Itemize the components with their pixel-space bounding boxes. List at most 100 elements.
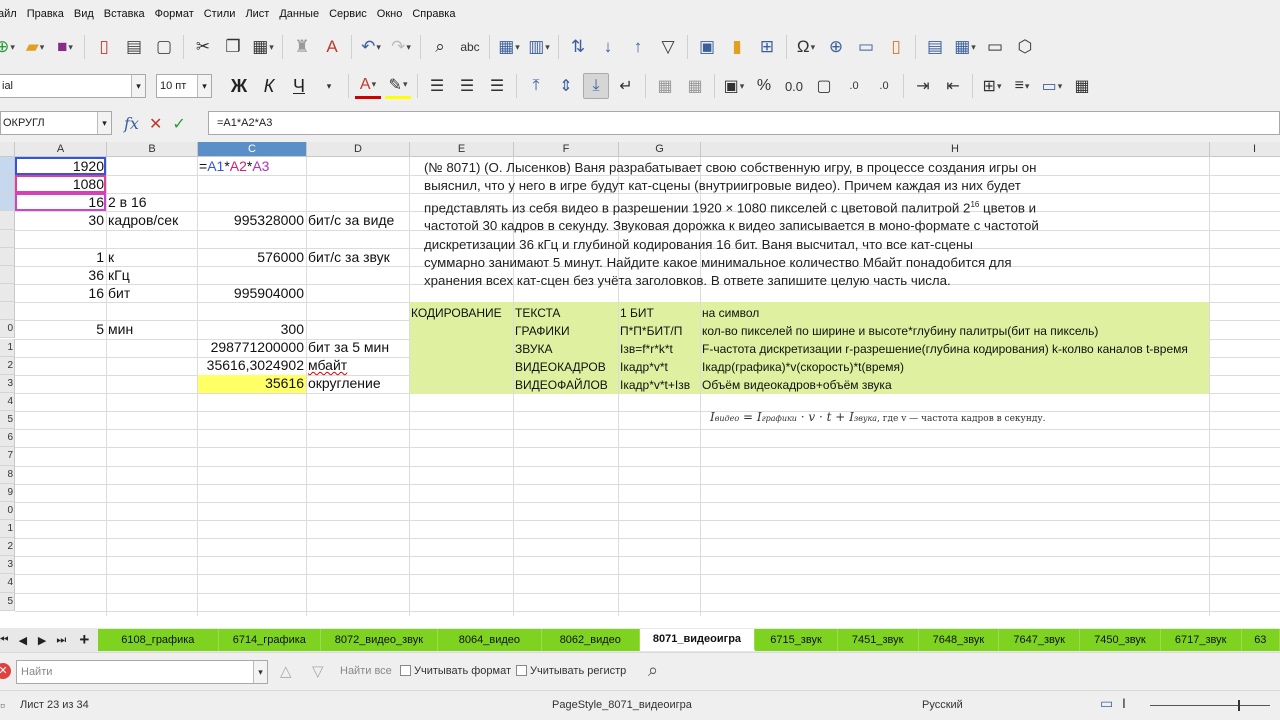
row-header[interactable]: 3 <box>0 556 15 575</box>
sheet-tab[interactable]: 8072_видео_звук <box>320 629 438 651</box>
split-window-icon[interactable]: ▭ <box>982 34 1008 60</box>
highlight-color-icon[interactable]: ✎ <box>385 73 411 99</box>
cell-c8[interactable]: 995904000 <box>199 284 304 302</box>
merge-cells-icon[interactable]: ▦ <box>682 73 708 99</box>
row-header[interactable]: 4 <box>0 574 15 593</box>
sheet-tab[interactable]: 6108_графика <box>97 629 219 651</box>
chevron-down-icon[interactable]: ▾ <box>253 661 267 683</box>
row-header[interactable]: 2 <box>0 356 15 375</box>
row-header[interactable]: 1 <box>0 338 15 357</box>
accept-icon[interactable]: ✓ <box>172 114 185 134</box>
row-header[interactable]: 7 <box>0 447 15 466</box>
comment-icon[interactable]: ▭ <box>853 34 879 60</box>
merge-center-icon[interactable]: ▦ <box>652 73 678 99</box>
clone-format-icon[interactable]: ♜ <box>289 34 315 60</box>
menu-format[interactable]: Формат <box>151 8 198 20</box>
row-header[interactable]: 5 <box>0 411 15 430</box>
cell-a7[interactable]: 36 <box>16 266 104 284</box>
menu-window[interactable]: Окно <box>373 8 407 20</box>
row-header[interactable] <box>0 211 15 230</box>
view-layout-icon[interactable]: ▭ <box>1100 695 1113 712</box>
menu-sheet[interactable]: Лист <box>241 8 273 20</box>
cell-c12[interactable]: 35616,3024902 <box>199 356 304 374</box>
sort-icon[interactable]: ⇅ <box>565 34 591 60</box>
row-header[interactable] <box>0 247 15 266</box>
cell-f12[interactable]: ВИДЕОКАДРОВ <box>515 358 606 376</box>
cell-d13[interactable]: округление <box>308 374 381 392</box>
row-header[interactable] <box>0 229 15 248</box>
cell-d6[interactable]: бит/с за звук <box>308 248 390 266</box>
sheet-tab[interactable]: 63 <box>1241 629 1280 651</box>
cell-g12[interactable]: Iкадр*v*t <box>620 358 668 376</box>
cell-b4[interactable]: кадров/сек <box>108 211 178 229</box>
new-icon[interactable]: ⊕ <box>0 34 18 60</box>
name-box[interactable]: ОКРУГЛ ▾ <box>0 111 112 135</box>
row-header[interactable]: 2 <box>0 538 15 557</box>
cell-c13[interactable]: 35616 <box>199 374 304 392</box>
row-header[interactable]: 0 <box>0 320 15 339</box>
column-header-c[interactable]: C <box>198 142 307 157</box>
column-header-e[interactable]: E <box>410 142 514 157</box>
sheet-tab[interactable]: 7648_звук <box>918 629 1000 651</box>
find-replace-icon[interactable]: ⌕ <box>427 34 453 60</box>
clear-format-icon[interactable]: A <box>319 34 345 60</box>
find-input[interactable]: Найти ▾ <box>16 660 268 684</box>
row-icon[interactable]: ▦ <box>496 34 522 60</box>
cell-b3[interactable]: 2 в 16 <box>108 193 147 211</box>
font-name-box[interactable]: ial ▾ <box>0 74 146 98</box>
row-header[interactable] <box>0 302 15 321</box>
menu-view[interactable]: Вид <box>70 8 98 20</box>
close-find-icon[interactable]: ✕ <box>0 663 11 679</box>
wrap-text-icon[interactable]: ↵ <box>613 73 639 99</box>
row-header[interactable]: 3 <box>0 374 15 393</box>
cell-f10[interactable]: ГРАФИКИ <box>515 322 570 340</box>
sort-descending-icon[interactable]: ↑ <box>625 34 651 60</box>
row-header[interactable]: 8 <box>0 465 15 484</box>
sheet-tab-active[interactable]: 8071_видеоигра <box>639 629 756 651</box>
sheet-tab[interactable]: 7451_звук <box>837 629 919 651</box>
print-icon[interactable]: ▤ <box>121 34 147 60</box>
column-header-f[interactable]: F <box>514 142 619 157</box>
spreadsheet-grid[interactable]: A B C D E F G H I 0123456789012345 1920 … <box>0 142 1280 616</box>
cell-c1-editing[interactable]: =A1*A2*A3 <box>199 157 269 175</box>
find-next-icon[interactable]: ▽ <box>312 662 324 680</box>
menu-insert[interactable]: Вставка <box>100 8 149 20</box>
cell-d11[interactable]: бит за 5 мин <box>308 338 389 356</box>
find-all-button[interactable]: Найти все <box>340 665 392 677</box>
hyperlink-icon[interactable]: ⊕ <box>823 34 849 60</box>
row-header[interactable]: 6 <box>0 429 15 448</box>
row-header[interactable]: 1 <box>0 520 15 539</box>
last-sheet-icon[interactable]: ⏭ <box>52 634 71 647</box>
increase-indent-icon[interactable]: ⇥ <box>910 73 936 99</box>
cell-h12[interactable]: Iкадр(графика)*v(скорость)*t(время) <box>702 358 904 376</box>
freeze-rows-icon[interactable]: ▦ <box>952 34 978 60</box>
italic-button[interactable]: К <box>256 76 282 97</box>
checkbox-icon[interactable] <box>400 665 411 676</box>
export-pdf-icon[interactable]: ▯ <box>91 34 117 60</box>
column-icon[interactable]: ▥ <box>526 34 552 60</box>
cell-h10[interactable]: кол-во пикселей по ширине и высоте*глуби… <box>702 322 1098 340</box>
menu-file[interactable]: айл <box>0 8 21 20</box>
sort-ascending-icon[interactable]: ↓ <box>595 34 621 60</box>
font-size-box[interactable]: 10 пт ▾ <box>156 74 212 98</box>
percent-format-icon[interactable]: % <box>751 73 777 99</box>
save-icon[interactable]: ■ <box>52 34 78 60</box>
menu-edit[interactable]: Правка <box>23 8 68 20</box>
cancel-icon[interactable]: ✕ <box>149 114 162 134</box>
row-header[interactable]: 9 <box>0 483 15 502</box>
cell-f9[interactable]: ТЕКСТА <box>515 304 560 322</box>
align-center-icon[interactable]: ☰ <box>454 73 480 99</box>
align-right-icon[interactable]: ☰ <box>484 73 510 99</box>
bold-button[interactable]: Ж <box>226 76 252 97</box>
copy-icon[interactable]: ❐ <box>220 34 246 60</box>
cell-b8[interactable]: бит <box>108 284 130 302</box>
special-character-icon[interactable]: Ω <box>793 34 819 60</box>
print-preview-icon[interactable]: ▢ <box>151 34 177 60</box>
match-case-checkbox[interactable]: Учитывать регистр <box>516 665 626 677</box>
column-header-d[interactable]: D <box>307 142 410 157</box>
chevron-down-icon[interactable]: ▾ <box>131 75 145 97</box>
cell-d12[interactable]: мбайт <box>308 356 347 374</box>
cell-f13[interactable]: ВИДЕОФАЙЛОВ <box>515 376 608 394</box>
show-draw-functions-icon[interactable]: ⬡ <box>1012 34 1038 60</box>
borders-icon[interactable]: ⊞ <box>979 73 1005 99</box>
